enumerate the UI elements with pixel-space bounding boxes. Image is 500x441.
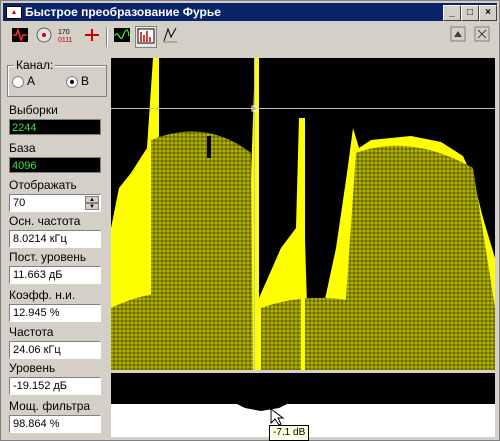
mouse-cursor-icon (270, 408, 285, 426)
level-field[interactable]: -19.152 дБ (9, 377, 101, 395)
base-value: 4096 (9, 157, 101, 173)
spin-up-icon[interactable]: ▲ (85, 196, 99, 203)
display-spinner[interactable]: ▲ ▼ (85, 196, 99, 210)
spectrum-tool-icon[interactable] (135, 26, 157, 48)
channel-a-radio[interactable] (12, 76, 24, 88)
level-label: Уровень (9, 361, 56, 375)
cursor-horizontal (111, 108, 495, 109)
thd-field[interactable]: 12.945 % (9, 304, 101, 322)
title-bar[interactable]: ▲ Быстрое преобразование Фурье _ □ × (3, 3, 497, 21)
window-title: Быстрое преобразование Фурье (25, 5, 221, 19)
spectrum-plot[interactable] (111, 58, 495, 370)
waveform-tool-icon[interactable] (111, 26, 133, 48)
restore-icon[interactable] (471, 26, 493, 48)
toolbar: 170 0111 (3, 23, 497, 53)
svg-text:170: 170 (58, 29, 70, 36)
filter-curve (237, 404, 287, 411)
samples-value: 2244 (9, 119, 101, 135)
freq-label: Частота (9, 325, 54, 339)
display-label: Отображать (9, 178, 77, 192)
settings-dial-icon[interactable] (33, 26, 55, 48)
freq-field[interactable]: 24.06 кГц (9, 341, 101, 359)
signal-tool-icon[interactable] (9, 26, 31, 48)
thd-label: Коэфф. н.и. (9, 288, 76, 302)
channel-a-label: A (27, 74, 36, 88)
base-label: База (9, 141, 36, 155)
channel-b-label: B (81, 74, 90, 88)
spectrum-notch (207, 136, 211, 158)
toolbar-separator (106, 27, 108, 47)
digits-tool-icon[interactable]: 170 0111 (57, 26, 79, 48)
main-freq-label: Осн. частота (9, 214, 81, 228)
dc-level-field[interactable]: 11.663 дБ (9, 266, 101, 284)
minimize-button[interactable]: _ (443, 5, 461, 21)
filter-power-label: Мощ. фильтра (9, 399, 91, 413)
fft-window: ▲ Быстрое преобразование Фурье _ □ × 170… (0, 0, 500, 441)
marker-tool-icon[interactable] (81, 26, 103, 48)
arrow-up-icon[interactable] (447, 26, 469, 48)
close-button[interactable]: × (479, 5, 497, 21)
filter-baseline (111, 401, 495, 404)
app-icon: ▲ (6, 6, 22, 19)
channel-b-radio[interactable] (66, 76, 78, 88)
draw-tool-icon[interactable] (159, 26, 181, 48)
cursor-vertical (254, 58, 255, 370)
filter-power-field[interactable]: 98.864 % (9, 415, 101, 433)
channel-group: Канал: A B (7, 58, 107, 97)
maximize-button[interactable]: □ (461, 5, 479, 21)
level-tooltip: -7.1 dB (269, 425, 310, 441)
main-freq-field[interactable]: 8.0214 кГц (9, 230, 101, 248)
spectrum-peak-mid (301, 178, 305, 370)
channel-label: Канал: (14, 58, 56, 72)
dc-level-label: Пост. уровень (9, 250, 87, 264)
controls-panel: Канал: A B Выборки 2244 База 4096 Отобра… (5, 57, 107, 437)
svg-text:0111: 0111 (58, 37, 73, 44)
filter-strip[interactable] (111, 373, 495, 401)
spin-down-icon[interactable]: ▼ (85, 203, 99, 210)
spectrum-svg (111, 58, 495, 370)
samples-label: Выборки (9, 103, 58, 117)
